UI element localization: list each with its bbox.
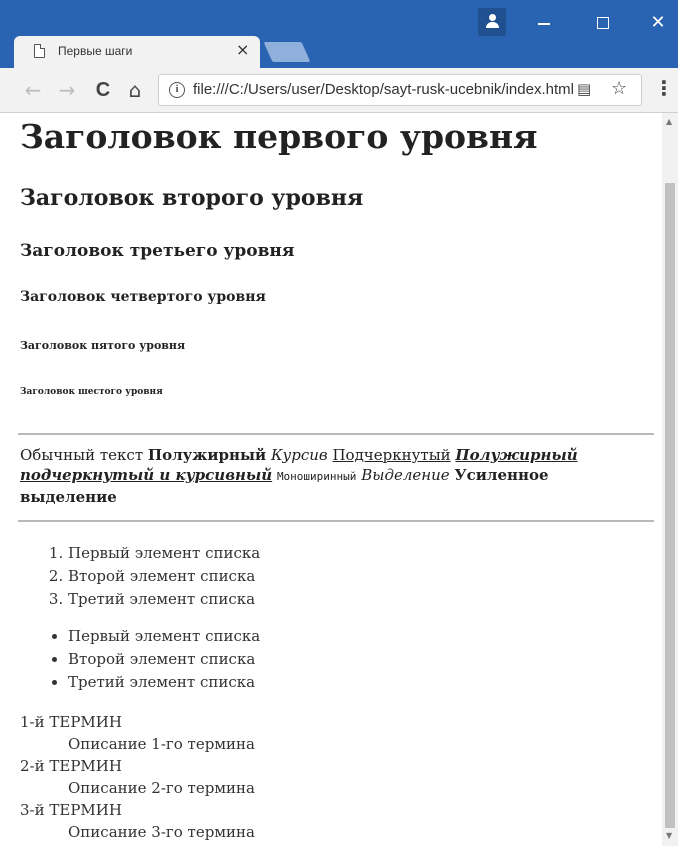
definition-term: 3-й ТЕРМИН (20, 801, 122, 819)
scroll-up-arrow-icon[interactable]: ▲ (666, 117, 672, 126)
page-icon (34, 44, 45, 58)
bold-text: Полужирный (147, 446, 267, 464)
window-titlebar: Первые шаги × ✕ (0, 0, 678, 68)
translate-icon[interactable]: ▤ (577, 80, 591, 98)
new-tab-button[interactable] (263, 42, 311, 62)
info-icon[interactable]: i (169, 82, 185, 98)
heading-level-1: Заголовок первого уровня (20, 117, 538, 156)
browser-tab[interactable]: Первые шаги × (14, 36, 260, 68)
definition-term: 1-й ТЕРМИН (20, 713, 122, 731)
forward-button[interactable]: → (54, 76, 80, 104)
list-item: Первый элемент списка (68, 542, 260, 565)
browser-toolbar: ← → C ⌂ i file:///C:/Users/user/Desktop/… (0, 68, 678, 113)
underlined-text: Подчеркнутый (332, 446, 451, 464)
heading-level-3: Заголовок третьего уровня (20, 241, 295, 261)
definition-description: Описание 1-го термина (68, 735, 255, 753)
list-item: Третий элемент списка (68, 671, 260, 694)
vertical-scrollbar[interactable]: ▲ ▼ (662, 113, 678, 846)
heading-level-5: Заголовок пятого уровня (20, 339, 186, 352)
address-bar[interactable]: i file:///C:/Users/user/Desktop/sayt-rus… (158, 74, 642, 106)
normal-text: Обычный текст (20, 446, 144, 464)
list-item: Третий элемент списка (68, 588, 260, 611)
horizontal-rule (18, 520, 654, 522)
heading-level-2: Заголовок второго уровня (20, 185, 364, 211)
heading-level-4: Заголовок четвертого уровня (20, 289, 266, 305)
ordered-list: Первый элемент списка Второй элемент спи… (20, 542, 260, 611)
definition-list: 1-й ТЕРМИН Описание 1-го термина 2-й ТЕР… (20, 711, 255, 843)
emphasis-text: Выделение (361, 466, 450, 484)
tab-title: Первые шаги (58, 44, 133, 58)
maximize-button[interactable] (584, 10, 620, 36)
list-item: Второй элемент списка (68, 565, 260, 588)
page-viewport: Заголовок первого уровня Заголовок второ… (0, 113, 662, 846)
bookmark-star-icon[interactable]: ☆ (611, 78, 627, 99)
reload-button[interactable]: C (90, 76, 116, 104)
monospace-text: Моноширинный (276, 470, 357, 483)
profile-icon[interactable] (478, 8, 506, 36)
formatted-text-paragraph: Обычный текст Полужирный Курсив Подчеркн… (20, 445, 595, 507)
definition-description: Описание 2-го термина (68, 779, 255, 797)
list-item: Второй элемент списка (68, 648, 260, 671)
minimize-button[interactable] (526, 10, 562, 36)
scrollbar-thumb[interactable] (665, 183, 675, 828)
definition-description: Описание 3-го термина (68, 823, 255, 841)
home-button[interactable]: ⌂ (122, 76, 148, 104)
url-text[interactable]: file:///C:/Users/user/Desktop/sayt-rusk-… (193, 81, 573, 98)
horizontal-rule (18, 433, 654, 435)
tab-close-icon[interactable]: × (236, 41, 249, 59)
heading-level-6: Заголовок шестого уровня (20, 387, 163, 397)
menu-icon[interactable]: ⋮ (654, 76, 674, 100)
definition-term: 2-й ТЕРМИН (20, 757, 122, 775)
close-window-button[interactable]: ✕ (640, 10, 676, 36)
back-button[interactable]: ← (20, 76, 46, 104)
unordered-list: Первый элемент списка Второй элемент спи… (20, 625, 260, 694)
italic-text: Курсив (270, 446, 328, 464)
list-item: Первый элемент списка (68, 625, 260, 648)
scroll-down-arrow-icon[interactable]: ▼ (666, 831, 672, 840)
